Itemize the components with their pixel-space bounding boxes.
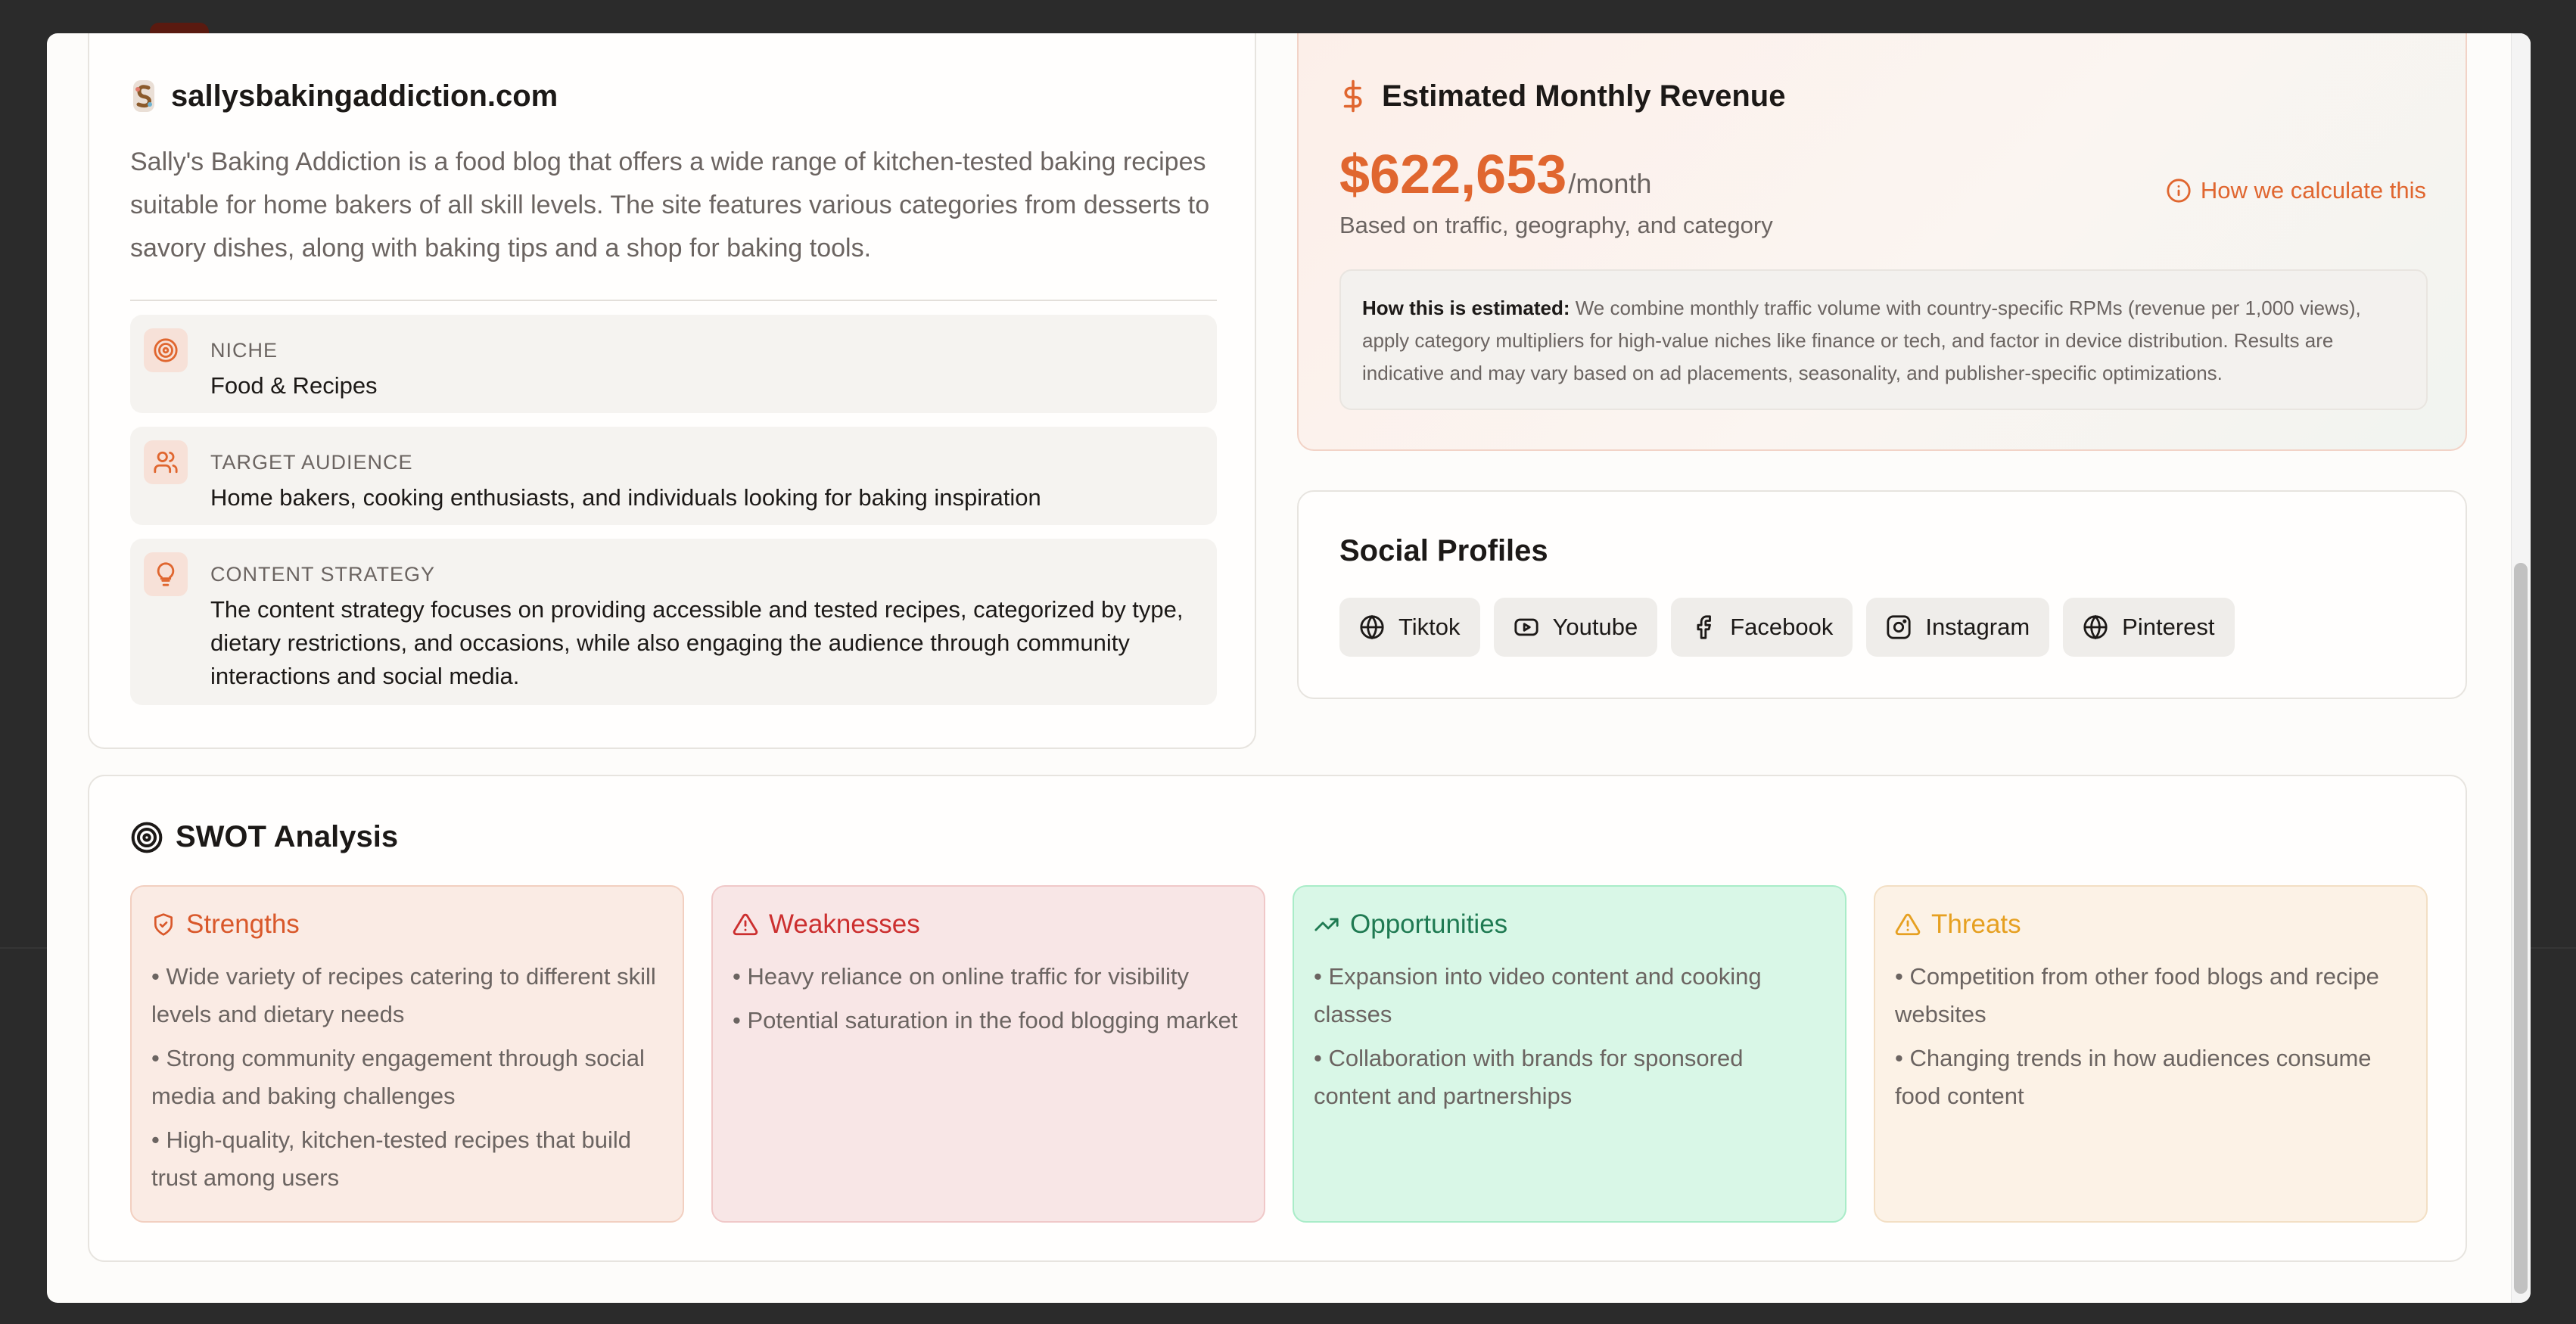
youtube-icon — [1514, 618, 1538, 636]
dollar-icon — [1343, 79, 1362, 113]
info-icon — [2167, 179, 2191, 203]
revenue-period: /month — [1568, 168, 1652, 199]
opportunities-list: • Expansion into video content and cooki… — [1314, 958, 1825, 1115]
swot-opportunities: Opportunities • Expansion into video con… — [1293, 885, 1846, 1223]
target-audience-box: TARGET AUDIENCE Home bakers, cooking ent… — [130, 427, 1217, 525]
social-chip-label: Youtube — [1552, 614, 1638, 640]
site-info-card: sallysbakingaddiction.com Sally's Baking… — [88, 33, 1256, 749]
revenue-title: Estimated Monthly Revenue — [1382, 79, 1786, 113]
content-strategy-label: CONTENT STRATEGY — [210, 563, 436, 586]
globe-icon — [1360, 614, 1384, 640]
list-item: • High-quality, kitchen-tested recipes t… — [151, 1127, 632, 1191]
alert-triangle-icon — [733, 913, 758, 936]
threats-header: Threats — [1895, 909, 2406, 940]
revenue-card: Estimated Monthly Revenue $622,653 /mont… — [1297, 33, 2467, 451]
instagram-icon — [1887, 615, 1911, 639]
target-icon — [131, 822, 163, 853]
scrollbar-thumb[interactable] — [2514, 563, 2528, 1294]
swot-weaknesses: Weaknesses • Heavy reliance on online tr… — [711, 885, 1265, 1223]
social-chip-tiktok[interactable]: Tiktok — [1339, 598, 1480, 657]
target-audience-value: Home bakers, cooking enthusiasts, and in… — [210, 484, 1041, 511]
site-details-modal: sallysbakingaddiction.com Sally's Baking… — [47, 33, 2531, 1303]
shield-check-icon — [154, 913, 173, 936]
site-description: Sally's Baking Addiction is a food blog … — [130, 148, 1210, 263]
opportunities-header: Opportunities — [1314, 909, 1825, 940]
globe-icon — [2083, 614, 2108, 640]
target-audience-label: TARGET AUDIENCE — [210, 451, 413, 474]
target-icon — [144, 328, 188, 372]
swot-header: SWOT Analysis — [130, 820, 398, 854]
strengths-list: • Wide variety of recipes catering to di… — [151, 958, 663, 1197]
list-item: • Heavy reliance on online traffic for v… — [733, 963, 1189, 990]
content-strategy-value: The content strategy focuses on providin… — [210, 596, 1184, 689]
list-item: • Competition from other food blogs and … — [1895, 963, 2379, 1027]
swot-title: SWOT Analysis — [176, 820, 399, 853]
trending-up-icon — [1314, 918, 1339, 931]
social-chip-facebook[interactable]: Facebook — [1671, 598, 1853, 657]
scrollbar-track[interactable] — [2511, 33, 2531, 1303]
revenue-basis: Based on traffic, geography, and categor… — [1339, 212, 1773, 238]
revenue-amount: $622,653 /month — [1339, 144, 1651, 206]
niche-box: NICHE Food & Recipes — [130, 315, 1217, 413]
strengths-header: Strengths — [151, 909, 663, 940]
revenue-header: Estimated Monthly Revenue — [1339, 79, 1785, 113]
social-chip-instagram[interactable]: Instagram — [1866, 598, 2050, 657]
social-profiles-card: Social Profiles Tiktok Youtube Facebook … — [1297, 490, 2467, 699]
list-item: • Strong community engagement through so… — [151, 1045, 645, 1109]
niche-label: NICHE — [210, 339, 278, 362]
social-chip-label: Facebook — [1730, 614, 1834, 640]
estimation-note-label: How this is estimated: — [1362, 297, 1570, 319]
list-item: • Potential saturation in the food blogg… — [733, 1007, 1238, 1033]
strengths-title: Strengths — [186, 909, 300, 939]
social-chip-label: Pinterest — [2122, 614, 2215, 640]
social-chip-label: Instagram — [1925, 614, 2030, 640]
weaknesses-header: Weaknesses — [733, 909, 1244, 940]
how-we-calculate-label: How we calculate this — [2200, 177, 2426, 204]
revenue-value: $622,653 — [1339, 145, 1567, 205]
how-we-calculate-link[interactable]: How we calculate this — [2166, 177, 2426, 204]
site-favicon-icon — [133, 80, 154, 112]
list-item: • Collaboration with brands for sponsore… — [1314, 1045, 1744, 1109]
weaknesses-title: Weaknesses — [769, 909, 920, 939]
list-item: • Expansion into video content and cooki… — [1314, 963, 1762, 1027]
social-profiles-title: Social Profiles — [1339, 534, 1548, 567]
niche-value: Food & Recipes — [210, 372, 378, 399]
swot-analysis-card: SWOT Analysis Strengths • Wide variety o… — [88, 775, 2467, 1262]
social-chip-pinterest[interactable]: Pinterest — [2063, 598, 2235, 657]
divider — [130, 300, 1217, 301]
lightbulb-icon — [144, 552, 188, 596]
weaknesses-list: • Heavy reliance on online traffic for v… — [733, 958, 1244, 1040]
list-item: • Wide variety of recipes catering to di… — [151, 963, 656, 1027]
site-header: sallysbakingaddiction.com — [130, 79, 558, 113]
social-chip-youtube[interactable]: Youtube — [1493, 598, 1658, 657]
social-chip-label: Tiktok — [1398, 614, 1461, 640]
threats-title: Threats — [1931, 909, 2021, 939]
swot-strengths: Strengths • Wide variety of recipes cate… — [130, 885, 684, 1223]
estimation-note: How this is estimated: We combine monthl… — [1339, 269, 2428, 410]
content-strategy-box: CONTENT STRATEGY The content strategy fo… — [130, 539, 1217, 705]
site-domain: sallysbakingaddiction.com — [171, 79, 558, 113]
threats-list: • Competition from other food blogs and … — [1895, 958, 2406, 1115]
social-profiles-list: Tiktok Youtube Facebook Instagram Pinter… — [1339, 598, 2235, 657]
alert-triangle-icon — [1895, 913, 1921, 936]
list-item: • Changing trends in how audiences consu… — [1895, 1045, 2372, 1109]
facebook-icon — [1697, 615, 1712, 639]
opportunities-title: Opportunities — [1350, 909, 1508, 939]
swot-threats: Threats • Competition from other food bl… — [1874, 885, 2428, 1223]
users-icon — [144, 440, 188, 484]
